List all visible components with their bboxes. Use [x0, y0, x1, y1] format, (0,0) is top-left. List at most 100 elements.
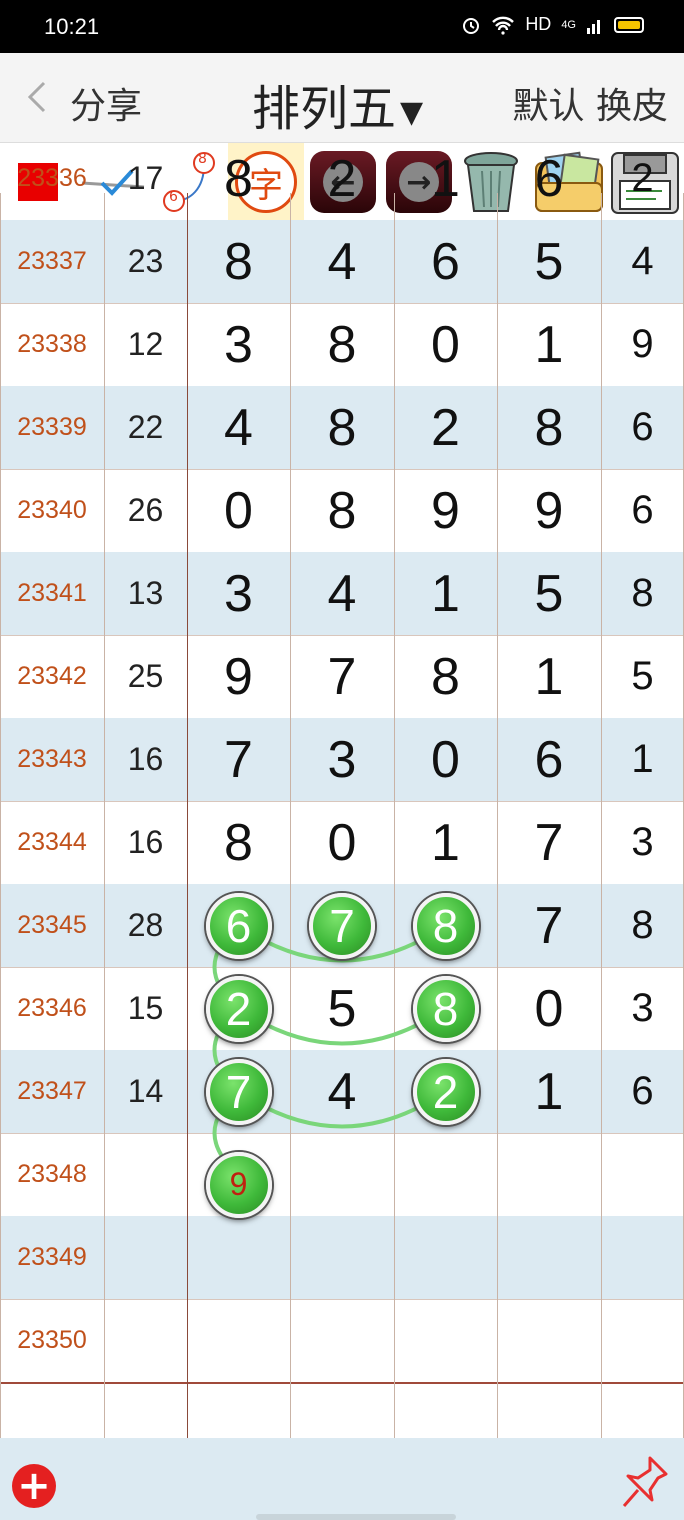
- digit-cell-2[interactable]: 5: [290, 967, 394, 1050]
- back-chevron-icon[interactable]: [26, 81, 48, 113]
- digit-cell-3[interactable]: 9: [394, 469, 497, 552]
- digit-cell-5[interactable]: 6: [601, 386, 684, 469]
- digit-cell-3[interactable]: 1: [394, 801, 497, 884]
- digit-cell-2[interactable]: 4: [290, 1050, 394, 1133]
- digit-cell-3[interactable]: [394, 1299, 497, 1382]
- digit-cell-2[interactable]: 4: [290, 220, 394, 303]
- table-row[interactable]: 23338 12 3 8 0 1 9: [0, 303, 684, 386]
- digit-cell-2[interactable]: 8: [290, 303, 394, 386]
- digit-cell-4[interactable]: 5: [497, 552, 601, 635]
- digit-cell-3[interactable]: 1: [394, 552, 497, 635]
- digit-cell-4[interactable]: 0: [497, 967, 601, 1050]
- digit-cell-5[interactable]: 6: [601, 469, 684, 552]
- digit-cell-3[interactable]: 0: [394, 303, 497, 386]
- digit-cell-5[interactable]: [601, 1216, 684, 1299]
- digit-cell-2[interactable]: 7: [290, 635, 394, 718]
- digit-cell-2[interactable]: 2: [290, 137, 394, 220]
- digit-cell-1[interactable]: [187, 1299, 290, 1382]
- digit-cell-3[interactable]: 2: [394, 386, 497, 469]
- digit-cell-3[interactable]: 0: [394, 718, 497, 801]
- digit-cell-2[interactable]: 8: [290, 386, 394, 469]
- issue-number: 23345: [17, 911, 87, 939]
- pin-icon[interactable]: [620, 1454, 670, 1510]
- digit-cell-5[interactable]: 8: [601, 552, 684, 635]
- share-button[interactable]: 分享: [70, 77, 142, 129]
- table-row[interactable]: 23343 16 7 3 0 6 1: [0, 718, 684, 801]
- digit-cell-1[interactable]: 8: [187, 801, 290, 884]
- digit-cell-5[interactable]: 5: [601, 635, 684, 718]
- digit-cell-5[interactable]: 3: [601, 801, 684, 884]
- digit-cell-5[interactable]: 9: [601, 303, 684, 386]
- digit-cell-1[interactable]: 8: [187, 220, 290, 303]
- digit-cell-1[interactable]: 8: [187, 137, 290, 220]
- add-plus-icon[interactable]: +: [12, 1464, 56, 1508]
- digit-cell-4[interactable]: 5: [497, 220, 601, 303]
- table-row[interactable]: 23336 17 8 2 1 6 2: [0, 137, 684, 220]
- digit-cell-2[interactable]: 3: [290, 718, 394, 801]
- highlight-ball[interactable]: 8: [412, 892, 479, 959]
- digit-cell-4[interactable]: [497, 1216, 601, 1299]
- digit-cell-3[interactable]: 1: [394, 137, 497, 220]
- highlight-ball[interactable]: 7: [309, 892, 375, 959]
- table-row[interactable]: 23341 13 3 4 1 5 8: [0, 552, 684, 635]
- table-row[interactable]: 23344 16 8 0 1 7 3: [0, 801, 684, 884]
- predicted-ball[interactable]: 9: [205, 1151, 272, 1218]
- scrollbar[interactable]: [256, 1514, 456, 1520]
- issue-number: 23347: [17, 1077, 87, 1105]
- table-row[interactable]: 23342 25 9 7 8 1 5: [0, 635, 684, 718]
- alarm-icon: [463, 17, 480, 34]
- digit-cell-4[interactable]: [497, 1133, 601, 1216]
- table-row[interactable]: 23348: [0, 1133, 684, 1216]
- digit-cell-1[interactable]: 3: [187, 303, 290, 386]
- digit-cell-5[interactable]: [601, 1133, 684, 1216]
- digit-cell-4[interactable]: 6: [497, 718, 601, 801]
- digit-cell-2[interactable]: 8: [290, 469, 394, 552]
- table-row[interactable]: 23339 22 4 8 2 8 6: [0, 386, 684, 469]
- digit-cell-2[interactable]: 0: [290, 801, 394, 884]
- digit-cell-3[interactable]: [394, 1216, 497, 1299]
- digit-cell-5[interactable]: 1: [601, 718, 684, 801]
- digit-cell-5[interactable]: 8: [601, 884, 684, 967]
- digit-cell-3[interactable]: 6: [394, 220, 497, 303]
- digit-cell-4[interactable]: [497, 1299, 601, 1382]
- highlight-ball[interactable]: 2: [205, 975, 272, 1042]
- table-row[interactable]: 23340 26 0 8 9 9 6: [0, 469, 684, 552]
- wifi-icon: [492, 16, 515, 35]
- digit-cell-1[interactable]: 9: [187, 635, 290, 718]
- digit-cell-5[interactable]: 4: [601, 220, 684, 303]
- digit-cell-4[interactable]: 7: [497, 801, 601, 884]
- digit-cell-1[interactable]: [187, 1216, 290, 1299]
- digit-cell-1[interactable]: 0: [187, 469, 290, 552]
- digit-cell-3[interactable]: [394, 1133, 497, 1216]
- digit-cell-5[interactable]: 6: [601, 1050, 684, 1133]
- table-row[interactable]: 23349: [0, 1216, 684, 1299]
- digit-cell-1[interactable]: 4: [187, 386, 290, 469]
- table-row[interactable]: 23337 23 8 4 6 5 4: [0, 220, 684, 303]
- digit-cell-4[interactable]: 6: [497, 137, 601, 220]
- digit-cell-5[interactable]: 2: [601, 137, 684, 220]
- game-selector[interactable]: 排列五 ▼: [252, 69, 423, 139]
- skin-menu-button[interactable]: 默认 换皮: [513, 77, 668, 129]
- digit-cell-2[interactable]: [290, 1216, 394, 1299]
- digit-cell-5[interactable]: [601, 1299, 684, 1382]
- digit-cell-5[interactable]: 3: [601, 967, 684, 1050]
- digit-cell-2[interactable]: 4: [290, 552, 394, 635]
- digit-cell-4[interactable]: 1: [497, 635, 601, 718]
- highlight-ball[interactable]: 7: [205, 1058, 272, 1125]
- highlight-ball[interactable]: 6: [205, 892, 272, 959]
- digit-cell-4[interactable]: 1: [497, 1050, 601, 1133]
- digit-cell-4[interactable]: 1: [497, 303, 601, 386]
- highlight-ball[interactable]: 8: [412, 975, 479, 1042]
- digit-cell-3[interactable]: 8: [394, 635, 497, 718]
- digit-cell-4[interactable]: 9: [497, 469, 601, 552]
- table-row[interactable]: 23347 14 4 1 6: [0, 1050, 684, 1133]
- digit-cell-2[interactable]: [290, 1299, 394, 1382]
- digit-cell-1[interactable]: 7: [187, 718, 290, 801]
- digit-cell-1[interactable]: 3: [187, 552, 290, 635]
- digit-cell-4[interactable]: 8: [497, 386, 601, 469]
- digit-cell-4[interactable]: 7: [497, 884, 601, 967]
- table-row[interactable]: 23350: [0, 1299, 684, 1382]
- highlight-ball[interactable]: 2: [412, 1058, 479, 1125]
- table-row[interactable]: 23346 15 5 0 3: [0, 967, 684, 1050]
- digit-cell-2[interactable]: [290, 1133, 394, 1216]
